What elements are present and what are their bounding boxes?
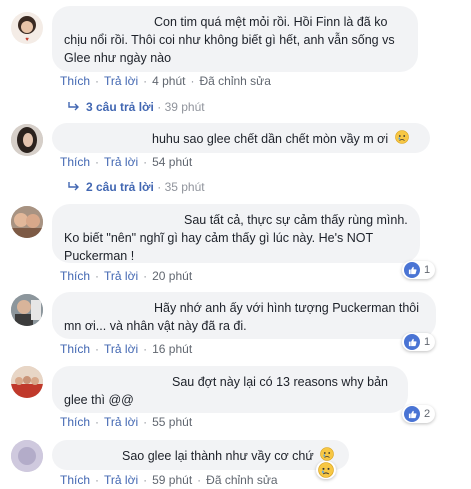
replies-count[interactable]: 3 câu trả lời [86,100,154,114]
comment-actions: Thích · Trả lời · 55 phút [60,415,193,429]
timestamp[interactable]: 54 phút [152,155,192,169]
avatar[interactable] [11,124,43,156]
like-link[interactable]: Thích [60,473,90,487]
comment-bubble: Hãy nhớ anh ấy với hình tượng Puckerman … [52,292,436,339]
author-name-redacted[interactable] [64,133,152,143]
avatar[interactable] [11,366,43,398]
comment-text: huhu sao glee chết dần chết mòn vầy m ơi [152,132,389,146]
comment-actions: Thích · Trả lời · 54 phút [60,155,193,169]
timestamp[interactable]: 59 phút [152,473,192,487]
reaction-count: 1 [424,264,431,276]
reaction-summary[interactable] [316,461,336,479]
reaction-count: 2 [424,408,431,420]
comment-bubble: Sau đợt này lại có 13 reasons why bản gl… [52,366,408,413]
timestamp[interactable]: 55 phút [152,415,192,429]
like-link[interactable]: Thích [60,269,90,283]
author-name-redacted[interactable] [64,302,154,312]
timestamp[interactable]: 16 phút [152,342,192,356]
reply-link[interactable]: Trả lời [104,473,138,487]
reaction-summary[interactable]: 1 [402,261,436,279]
author-name-redacted[interactable] [64,16,154,26]
comment-actions: Thích · Trả lời · 20 phút [60,269,193,283]
replies-time: 39 phút [164,100,205,114]
comment-actions: Thích · Trả lời · 16 phút [60,342,193,356]
comment-actions: Thích · Trả lời · 59 phút · Đã chỉnh sửa [60,473,278,487]
comment-bubble: Sao glee lại thành như vầy cơ chứ [52,440,349,470]
avatar[interactable] [11,440,43,472]
author-name-redacted[interactable] [64,376,172,386]
reply-link[interactable]: Trả lời [104,415,138,429]
like-link[interactable]: Thích [60,342,90,356]
author-name-redacted[interactable] [64,450,122,460]
reply-arrow-icon [68,100,80,114]
avatar[interactable] [11,294,43,326]
replies-count[interactable]: 2 câu trả lời [86,180,154,194]
reply-arrow-icon [68,180,80,194]
like-link[interactable]: Thích [60,155,90,169]
reply-link[interactable]: Trả lời [104,155,138,169]
reaction-summary[interactable]: 2 [402,405,436,423]
like-link[interactable]: Thích [60,415,90,429]
comment-text: Sao glee lại thành như vầy cơ chứ [122,449,314,463]
reaction-summary[interactable]: 1 [402,333,436,351]
avatar[interactable] [11,206,43,238]
author-name-redacted[interactable] [64,214,184,224]
reply-link[interactable]: Trả lời [104,74,138,88]
svg-text:♥: ♥ [25,37,29,43]
replies-time: 35 phút [164,180,205,194]
avatar[interactable]: ♥ [11,12,43,44]
timestamp[interactable]: 4 phút [152,74,185,88]
timestamp[interactable]: 20 phút [152,269,192,283]
comment-bubble: Sau tất cả, thực sự cảm thấy rùng mình. … [52,204,420,263]
sad-emoji-icon [394,130,409,149]
reply-link[interactable]: Trả lời [104,269,138,283]
view-replies-link[interactable]: 3 câu trả lời · 39 phút [68,100,205,114]
view-replies-link[interactable]: 2 câu trả lời · 35 phút [68,180,205,194]
reaction-count: 1 [424,336,431,348]
like-link[interactable]: Thích [60,74,90,88]
like-reaction-icon [404,334,420,350]
like-reaction-icon [404,262,420,278]
sad-reaction-icon [318,462,334,478]
edited-label[interactable]: Đã chỉnh sửa [199,74,270,88]
edited-label[interactable]: Đã chỉnh sửa [206,473,277,487]
like-reaction-icon [404,406,420,422]
comment-bubble: huhu sao glee chết dần chết mòn vầy m ơi [52,123,430,153]
comment-actions: Thích · Trả lời · 4 phút · Đã chỉnh sửa [60,74,271,88]
reply-link[interactable]: Trả lời [104,342,138,356]
comment-bubble: Con tim quá mệt mỏi rồi. Hồi Finn là đã … [52,6,418,72]
